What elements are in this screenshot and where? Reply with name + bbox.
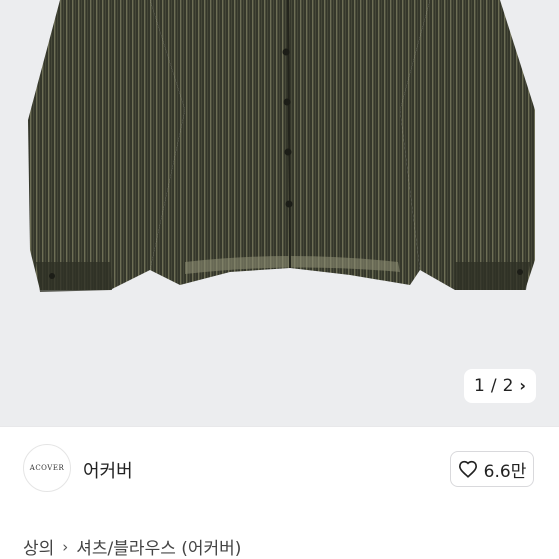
- breadcrumb-subcategory[interactable]: 셔츠/블라우스 (어커버): [76, 534, 241, 559]
- chevron-right-icon: ›: [62, 537, 69, 556]
- breadcrumb-category[interactable]: 상의: [23, 534, 54, 559]
- current-page: 1: [474, 376, 485, 396]
- chevron-right-icon[interactable]: ›: [519, 378, 526, 394]
- shop-name[interactable]: 어커버: [83, 457, 133, 483]
- like-button[interactable]: 6.6만: [450, 451, 534, 487]
- product-image[interactable]: 1 / 2 ›: [0, 0, 559, 426]
- shop-info-row: ACOVER 어커버 6.6만: [0, 426, 559, 510]
- page-separator: /: [490, 376, 497, 396]
- image-page-indicator[interactable]: 1 / 2 ›: [464, 369, 536, 403]
- breadcrumb: 상의 › 셔츠/블라우스 (어커버): [23, 534, 241, 559]
- shop-logo-text: ACOVER: [29, 464, 65, 472]
- like-count: 6.6만: [483, 461, 527, 482]
- shirt-illustration: [28, 0, 535, 292]
- total-pages: 2: [502, 376, 514, 396]
- shop-logo[interactable]: ACOVER: [23, 444, 71, 492]
- heart-outline-icon: [458, 460, 477, 478]
